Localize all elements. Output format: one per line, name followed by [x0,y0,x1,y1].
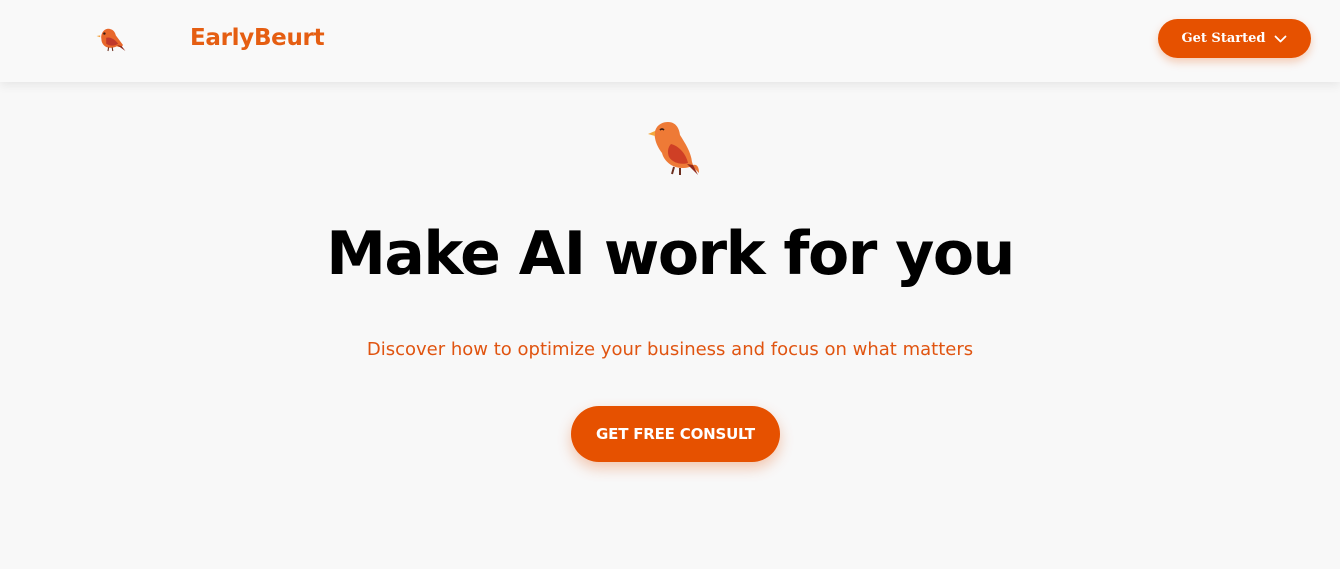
hero-subheadline: Discover how to optimize your business a… [366,339,974,360]
page: EarlyBeurt Get Started Make AI work for … [0,0,1340,569]
get-started-button[interactable]: Get Started [1158,19,1311,58]
bird-icon [648,122,699,175]
get-free-consult-button[interactable]: GET FREE CONSULT [571,406,780,462]
navbar: EarlyBeurt Get Started [0,0,1340,82]
get-started-label: Get Started [1181,31,1266,46]
brand-name[interactable]: EarlyBeurt [190,22,325,54]
bird-icon[interactable] [93,21,129,57]
hero-headline: Make AI work for you [326,219,1015,289]
chevron-down-icon [1275,35,1287,42]
